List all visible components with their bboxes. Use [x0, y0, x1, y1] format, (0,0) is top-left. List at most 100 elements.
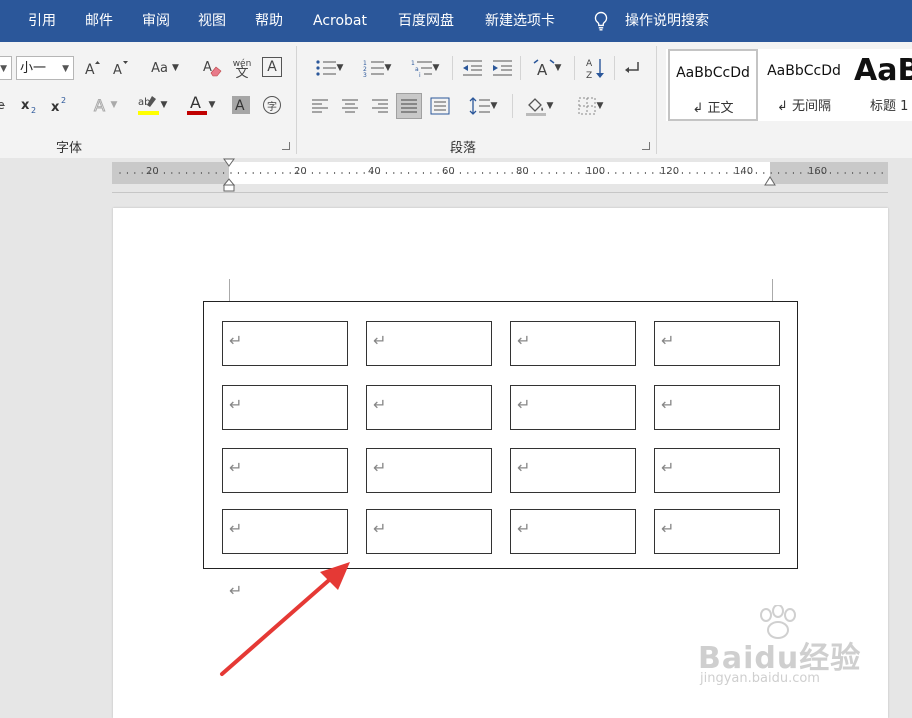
shrink-font-button[interactable]: A — [110, 58, 130, 78]
show-formatting-marks-button[interactable] — [620, 56, 644, 80]
chevron-down-icon: ▼ — [208, 100, 216, 110]
style-sample: AaBbCcDd — [676, 65, 750, 81]
svg-text:A: A — [203, 60, 212, 75]
table-cell[interactable]: ↵ — [510, 385, 636, 430]
tab-baidu-netdisk[interactable]: 百度网盘 — [398, 0, 454, 42]
tab-review[interactable]: 审阅 — [142, 0, 170, 42]
paragraph-mark: ↵ — [373, 395, 387, 414]
style-heading-1[interactable]: AaB 标题 1 — [850, 49, 912, 121]
style-normal[interactable]: AaBbCcDd ↲ 正文 — [668, 49, 758, 121]
superscript-button[interactable]: x2 — [50, 94, 70, 116]
tell-me-search[interactable]: 操作说明搜索 — [625, 0, 709, 42]
font-color-icon: A — [186, 93, 207, 115]
paragraph-dialog-launcher-icon[interactable] — [642, 142, 650, 150]
chinese-layout-button[interactable]: A ▼ — [526, 56, 568, 80]
paragraph-mark: ↵ — [661, 331, 675, 350]
chevron-down-icon: ▼ — [554, 63, 562, 73]
tab-mailings[interactable]: 邮件 — [85, 0, 113, 42]
right-indent-marker-icon[interactable] — [764, 174, 776, 186]
align-right-button[interactable] — [368, 94, 392, 118]
svg-text:A: A — [113, 63, 122, 77]
svg-text:2: 2 — [61, 96, 66, 105]
chevron-down-icon: ▼ — [384, 63, 392, 73]
style-no-spacing[interactable]: AaBbCcDd ↲ 无间隔 — [760, 49, 848, 121]
text-effects-button[interactable]: A ▼ — [86, 94, 122, 116]
numbering-button[interactable]: 123 ▼ — [356, 56, 398, 80]
paragraph-mark: ↵ — [661, 458, 675, 477]
subscript-button[interactable]: x2 — [20, 94, 40, 116]
justify-button[interactable] — [396, 93, 422, 119]
align-center-icon — [342, 99, 358, 113]
table-cell[interactable]: ↵ — [366, 385, 492, 430]
group-separator — [296, 46, 297, 154]
chevron-down-icon: ▼ — [596, 101, 604, 111]
annotation-arrow-icon — [220, 562, 350, 676]
enclose-characters-button[interactable]: 字 — [261, 94, 283, 116]
decrease-indent-button[interactable] — [460, 56, 484, 80]
table-cell[interactable]: ↵ — [222, 385, 348, 430]
table-cell[interactable]: ↵ — [510, 321, 636, 366]
decrease-indent-icon — [463, 60, 482, 76]
chevron-down-icon: ▼ — [62, 64, 69, 74]
indent-marker-icon[interactable] — [222, 158, 236, 192]
change-case-button[interactable]: Aa ▼ — [146, 56, 184, 80]
style-sample: AaB — [854, 53, 912, 88]
tab-references[interactable]: 引用 — [28, 0, 56, 42]
tab-new-tab[interactable]: 新建选项卡 — [485, 0, 555, 42]
group-separator — [520, 56, 521, 80]
line-spacing-button[interactable]: ▼ — [462, 94, 504, 118]
multilevel-list-button[interactable]: 1ai ▼ — [404, 56, 446, 80]
group-separator — [574, 56, 575, 80]
align-center-button[interactable] — [338, 94, 362, 118]
distributed-button[interactable] — [428, 94, 452, 118]
table-cell[interactable]: ↵ — [222, 509, 348, 554]
eraser-icon: A — [203, 60, 222, 77]
superscript-icon: x2 — [51, 96, 66, 115]
borders-button[interactable]: ▼ — [568, 94, 612, 118]
table-cell[interactable]: ↵ — [510, 448, 636, 493]
table-cell[interactable]: ↵ — [654, 321, 780, 366]
table-cell[interactable]: ↵ — [654, 509, 780, 554]
ruler-label: 140 — [734, 166, 754, 177]
tab-help[interactable]: 帮助 — [255, 0, 283, 42]
font-size-combo[interactable]: 小一 ▼ — [16, 56, 74, 80]
styles-gallery: AaBbCcDd ↲ 正文 AaBbCcDd ↲ 无间隔 AaB 标题 1 — [666, 49, 912, 121]
shading-button[interactable]: ▼ — [518, 94, 560, 118]
table-cell[interactable]: ↵ — [222, 321, 348, 366]
table-cell[interactable]: ↵ — [366, 321, 492, 366]
table-cell[interactable]: ↵ — [654, 448, 780, 493]
bullets-button[interactable]: ▼ — [308, 56, 350, 80]
chevron-down-icon: ▼ — [110, 100, 118, 110]
strikethrough-button[interactable]: e — [0, 94, 8, 116]
align-left-icon — [312, 99, 328, 113]
style-name: ↲ 无间隔 — [776, 99, 832, 114]
table-cell[interactable]: ↵ — [366, 509, 492, 554]
tab-view[interactable]: 视图 — [198, 0, 226, 42]
svg-text:2: 2 — [31, 106, 36, 115]
chevron-down-icon: ▼ — [160, 100, 168, 110]
character-shading-button[interactable]: A — [230, 94, 252, 116]
font-dialog-launcher-icon[interactable] — [282, 142, 290, 150]
increase-indent-button[interactable] — [490, 56, 514, 80]
margin-mark — [772, 279, 773, 301]
phonetic-guide-button[interactable]: wén 文 — [232, 56, 252, 82]
sort-icon: AZ — [586, 59, 604, 80]
highlight-color-button[interactable]: ab ▼ — [132, 92, 172, 118]
table-cell[interactable]: ↵ — [222, 448, 348, 493]
align-left-button[interactable] — [308, 94, 332, 118]
lightbulb-icon[interactable] — [592, 11, 610, 31]
clear-formatting-button[interactable]: A — [202, 57, 224, 79]
grow-font-button[interactable]: A — [82, 58, 102, 78]
group-separator — [656, 46, 657, 154]
ruler-label: 60 — [442, 166, 455, 177]
menu-bar: 引用 邮件 审阅 视图 帮助 Acrobat 百度网盘 新建选项卡 操作说明搜索 — [0, 0, 912, 42]
table-cell[interactable]: ↵ — [366, 448, 492, 493]
tab-acrobat[interactable]: Acrobat — [313, 0, 367, 42]
table-cell[interactable]: ↵ — [654, 385, 780, 430]
sort-button[interactable]: AZ — [582, 54, 608, 82]
font-name-combo[interactable]: ▼ — [0, 56, 12, 80]
font-color-button[interactable]: A ▼ — [180, 92, 220, 118]
paragraph-group-label: 段落 — [450, 141, 477, 156]
character-border-button[interactable]: A — [262, 57, 282, 77]
table-cell[interactable]: ↵ — [510, 509, 636, 554]
